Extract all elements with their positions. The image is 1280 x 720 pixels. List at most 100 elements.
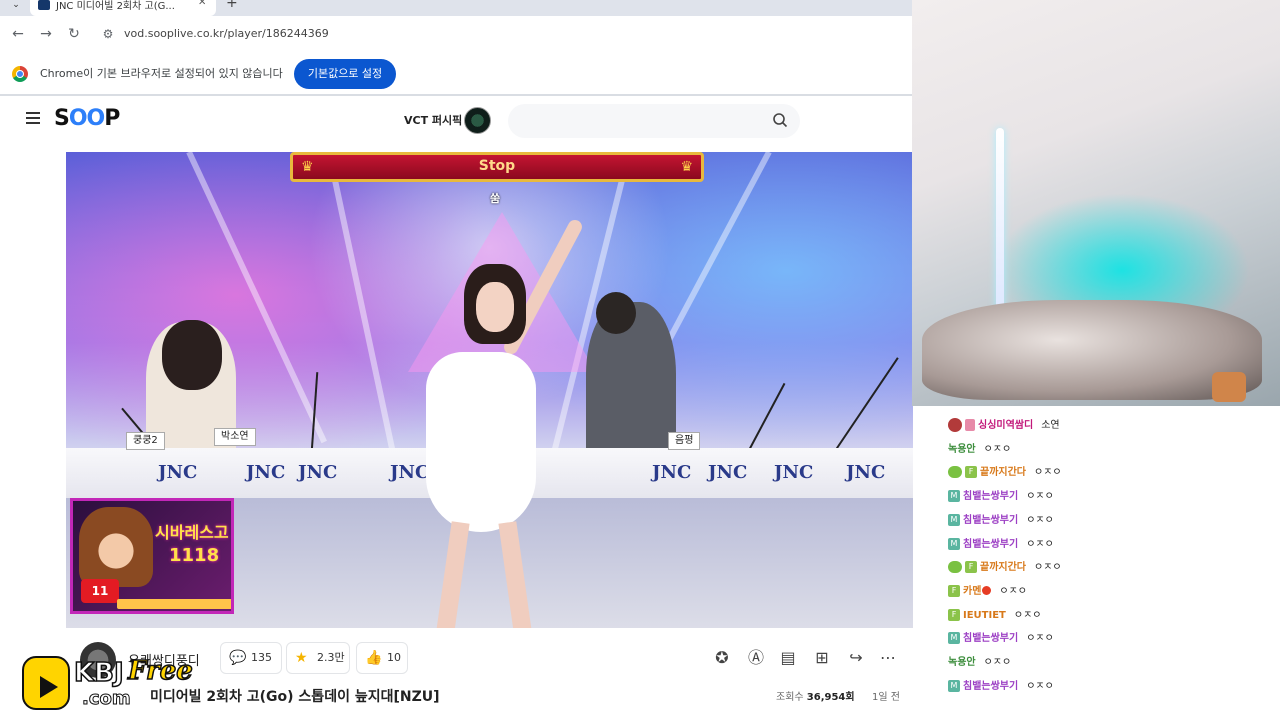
share-icon[interactable]: ↪ (846, 648, 866, 668)
chat-nickname[interactable]: 싱싱미역쌈디 (978, 420, 1033, 431)
chat-nickname[interactable]: 침뱉는쌍부기 (963, 515, 1018, 526)
video-player[interactable]: ♛ Stop ♛ 쑴 쿵쿵2 박소연 음평 JNC JNC JNC JNC JN… (66, 152, 913, 628)
badge-icon[interactable]: ✪ (712, 648, 732, 668)
manager-badge-icon: M (948, 632, 960, 645)
more-icon[interactable]: ⋯ (878, 648, 898, 668)
desk-logo: JNC (652, 462, 692, 483)
chat-text: ㅇㅈㅇ (1026, 538, 1054, 550)
red-dot-icon (982, 586, 992, 596)
nameplate: 음평 (668, 432, 701, 450)
search-icon[interactable] (772, 112, 788, 128)
address-bar[interactable]: vod.sooplive.co.kr/player/186244369 (124, 26, 329, 42)
chat-nickname[interactable]: 침뱉는쌍부기 (963, 491, 1018, 502)
star-icon: ★ (295, 650, 308, 666)
subscriber-badge-icon (948, 466, 962, 479)
chat-message: 녹용안 ㅇㅈㅇ (948, 440, 1011, 460)
comments-button[interactable]: 💬 135 (220, 642, 282, 674)
chat-nickname[interactable]: 침뱉는쌍부기 (963, 633, 1018, 644)
chat-message: M 침뱉는쌍부기 ㅇㅈㅇ (948, 487, 1054, 507)
play-logo-icon (22, 656, 70, 710)
ad-icon[interactable]: Ⓐ (746, 648, 766, 668)
desk-logo: JNC (246, 462, 286, 483)
set-default-button[interactable]: 기본값으로 설정 (294, 59, 396, 89)
chat-text: ㅇㅈㅇ (983, 443, 1012, 455)
chat-text: ㅇㅈㅇ (1013, 609, 1042, 621)
manager-badge-icon: M (948, 537, 960, 550)
clip-icon[interactable]: ▤ (778, 648, 798, 668)
comment-icon: 💬 (229, 650, 247, 666)
tab-search-icon[interactable]: ⌄ (6, 0, 26, 12)
tab-strip: ⌄ JNC 미디어빌 2회차 고(G... ✕ + (0, 0, 912, 16)
desk-logo: JNC (708, 462, 748, 483)
stop-banner-text: Stop (478, 158, 516, 174)
person-right-head (596, 292, 636, 334)
grid-icon[interactable]: ⊞ (812, 648, 832, 668)
chat-nickname[interactable]: 카멘 (963, 586, 992, 597)
webcam-overlay (912, 0, 1280, 406)
ad-character-image (79, 507, 153, 587)
search-input[interactable] (508, 104, 800, 138)
chrome-logo-icon (12, 66, 28, 82)
person-left-hair (162, 320, 222, 390)
crown-icon: ♛ (680, 159, 693, 175)
close-icon[interactable]: ✕ (198, 0, 206, 8)
chat-nickname[interactable]: 끝까지간다 (980, 562, 1026, 573)
chat-message: F 끝까지간다 ㅇㅈㅇ (948, 558, 1062, 578)
desk-logo: JNC (158, 462, 198, 483)
desk-logo: JNC (846, 462, 886, 483)
desk-logo: JNC (298, 462, 338, 483)
reload-icon[interactable]: ↻ (64, 24, 84, 44)
like-button[interactable]: 👍 10 (356, 642, 408, 674)
desk-logo: JNC (390, 462, 430, 483)
ad-overlay[interactable]: 시바레스고 1118 11 (70, 498, 234, 614)
chat-nickname[interactable]: 녹용안 (948, 444, 976, 455)
favorite-button[interactable]: ★ 2.3만 (286, 642, 350, 674)
views-label: 조회수 (776, 692, 804, 703)
menu-icon[interactable] (26, 112, 40, 124)
microphone (746, 382, 786, 455)
cam-foreground-object (922, 300, 1262, 400)
nameplate: 박소연 (214, 428, 256, 446)
chat-message: 싱싱미역쌈디 소연 (948, 416, 1060, 436)
manager-badge-icon: M (948, 679, 960, 692)
desk-logo: JNC (774, 462, 814, 483)
site-favicon-icon (38, 0, 50, 10)
ad-badge: 11 (81, 579, 119, 603)
infobar-message: Chrome이 기본 브라우저로 설정되어 있지 않습니다 (40, 67, 283, 80)
chat-message: F 끝까지간다 ㅇㅈㅇ (948, 463, 1062, 483)
channel-avatar[interactable] (464, 107, 491, 134)
chat-message: M 침뱉는쌍부기 ㅇㅈㅇ (948, 535, 1054, 555)
manager-badge-icon: M (948, 513, 960, 526)
light-bar (996, 128, 1004, 328)
ad-title: 시바레스고 (155, 523, 229, 542)
chat-text: ㅇㅈㅇ (1026, 680, 1054, 692)
likes-count: 10 (387, 651, 401, 664)
forward-icon[interactable]: → (36, 24, 56, 44)
manager-badge-icon: M (948, 490, 960, 503)
chat-nickname[interactable]: 녹용안 (948, 657, 976, 668)
view-count: 조회수 36,954회 (776, 688, 855, 703)
chat-nickname[interactable]: 침뱉는쌍부기 (963, 539, 1018, 550)
soop-logo[interactable]: SOOP (54, 106, 120, 131)
default-browser-infobar: Chrome이 기본 브라우저로 설정되어 있지 않습니다 기본값으로 설정 (0, 52, 912, 96)
chat-nickname[interactable]: 침뱉는쌍부기 (963, 681, 1018, 692)
tab-active[interactable]: JNC 미디어빌 2회차 고(G... ✕ (30, 0, 216, 16)
watermark-com: .com (82, 688, 132, 710)
thumbs-up-icon: 👍 (365, 650, 383, 666)
fan-badge-icon: F (965, 561, 977, 574)
chat-text: ㅇㅈㅇ (1026, 514, 1054, 526)
ad-bar (117, 599, 231, 609)
subscriber-badge-icon (948, 561, 962, 574)
chat-nickname[interactable]: 끝까지간다 (980, 467, 1026, 478)
new-tab-icon[interactable]: + (226, 0, 238, 11)
chat-text: ㅇㅈㅇ (1026, 491, 1054, 503)
ad-number: 1118 (169, 545, 220, 566)
light-ray (326, 152, 399, 466)
comments-count: 135 (251, 651, 272, 664)
site-info-icon[interactable]: ⚙ (100, 26, 116, 42)
chat-nickname[interactable]: IEUTIET (963, 610, 1006, 621)
fan-badge-icon: F (948, 584, 960, 597)
chat-text: ㅇㅈㅇ (1026, 633, 1054, 645)
back-icon[interactable]: ← (8, 24, 28, 44)
channel-name[interactable]: VCT 퍼시픽 (404, 112, 462, 128)
